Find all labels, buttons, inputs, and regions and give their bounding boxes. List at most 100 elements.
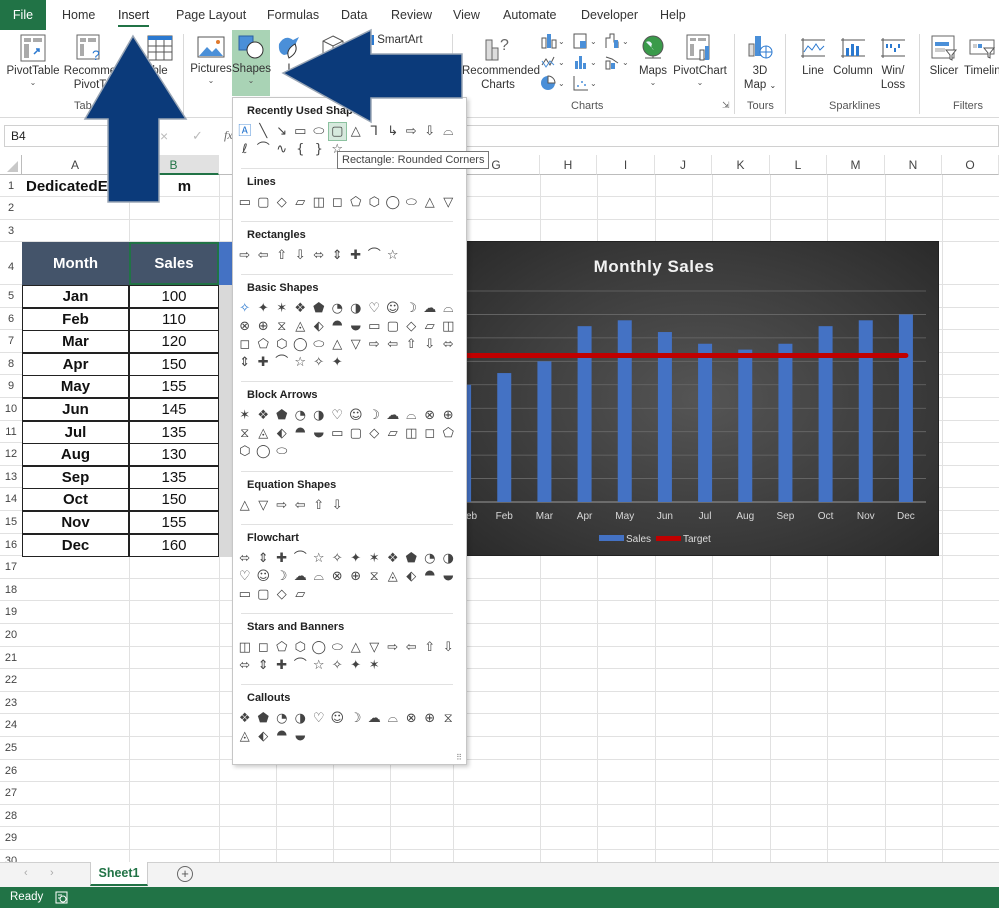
row-header-19[interactable]: 19 bbox=[0, 601, 22, 624]
tab-file[interactable]: File bbox=[0, 0, 46, 30]
row-header-5[interactable]: 5 bbox=[0, 285, 22, 308]
shape-star10-icon[interactable]: ▽ bbox=[366, 639, 384, 656]
shape-line3-nb-icon[interactable]: ◬ bbox=[236, 728, 254, 745]
shape-elbow-icon[interactable]: ▱ bbox=[292, 194, 310, 211]
shape-sequential-icon[interactable]: ▭ bbox=[236, 586, 254, 603]
tab-review[interactable]: Review bbox=[391, 0, 432, 30]
table-cell-month[interactable]: May bbox=[22, 375, 129, 399]
row-header-24[interactable]: 24 bbox=[0, 714, 22, 737]
row-header-23[interactable]: 23 bbox=[0, 692, 22, 715]
row-header-22[interactable]: 22 bbox=[0, 669, 22, 692]
smartart-button[interactable]: SmartArt bbox=[365, 33, 435, 47]
shape-textbox-icon[interactable]: ✧ bbox=[236, 300, 254, 317]
row-header-16[interactable]: 16 bbox=[0, 534, 22, 557]
shape-right-triangle-icon[interactable]: ❖ bbox=[292, 300, 310, 317]
table-cell-sales[interactable]: 145 bbox=[129, 398, 219, 421]
tab-developer[interactable]: Developer bbox=[581, 0, 638, 30]
shape-snip-single-icon[interactable]: ⇧ bbox=[273, 247, 291, 264]
shape-delay-icon[interactable]: ⯋ bbox=[440, 568, 458, 585]
shape-line2-acc-icon[interactable]: ⌓ bbox=[384, 710, 402, 727]
shape-right-callout-icon[interactable]: ▱ bbox=[384, 425, 402, 442]
shape-textbox-icon[interactable]: 🄰 bbox=[236, 123, 254, 140]
column-header-b[interactable]: B bbox=[129, 155, 219, 175]
shapes-button[interactable]: Shapes ⌄ bbox=[232, 30, 271, 96]
shape-notched-right-icon[interactable]: ▭ bbox=[329, 425, 347, 442]
shape-wave-icon[interactable]: ✦ bbox=[347, 657, 365, 674]
shape-pie-icon[interactable]: ⊕ bbox=[255, 318, 273, 335]
shape-arrow-line-icon[interactable]: ▢ bbox=[255, 194, 273, 211]
shape-curved-up-icon[interactable]: ⬖ bbox=[273, 425, 291, 442]
waterfall-chart-button[interactable]: ⌄ bbox=[602, 32, 630, 52]
shape-no-symbol-icon[interactable]: ⬡ bbox=[273, 336, 291, 353]
3d-models-button[interactable] bbox=[318, 34, 348, 62]
row-header-12[interactable]: 12 bbox=[0, 443, 22, 466]
column-header-j[interactable]: J bbox=[655, 155, 712, 175]
shape-oval-callout-icon[interactable]: ◔ bbox=[273, 710, 291, 727]
row-header-28[interactable]: 28 bbox=[0, 805, 22, 828]
shape-star16-icon[interactable]: ⇦ bbox=[403, 639, 421, 656]
3d-map-button[interactable]: 3D Map ⌄ bbox=[738, 34, 782, 93]
table-header-sales[interactable]: Sales bbox=[129, 242, 219, 285]
shape-arc-icon[interactable]: ⬄ bbox=[440, 336, 458, 353]
tab-automate[interactable]: Automate bbox=[503, 0, 557, 30]
row-header-4[interactable]: 4 bbox=[0, 242, 22, 285]
shape-connector-icon[interactable]: ♡ bbox=[236, 568, 254, 585]
column-header-o[interactable]: O bbox=[942, 155, 999, 175]
tab-home[interactable]: Home bbox=[62, 0, 95, 30]
row-header-25[interactable]: 25 bbox=[0, 737, 22, 760]
shape-pentagon-icon[interactable]: ♡ bbox=[366, 300, 384, 317]
shape-right-bracket-icon[interactable]: ☆ bbox=[292, 354, 310, 371]
table-cell-month[interactable]: Dec bbox=[22, 533, 129, 557]
shape-right-arrow-icon[interactable]: ⇨ bbox=[403, 123, 421, 140]
shape-cloud-callout-icon[interactable]: ◑ bbox=[292, 710, 310, 727]
shape-diamond-icon[interactable]: ◑ bbox=[347, 300, 365, 317]
shape-left-brace-icon[interactable]: { bbox=[292, 141, 310, 158]
shape-left-callout-icon[interactable]: ◻ bbox=[421, 425, 439, 442]
shape-line3-border-icon[interactable]: ⯋ bbox=[292, 728, 310, 745]
shape-cross-icon[interactable]: ▢ bbox=[384, 318, 402, 335]
row-header-21[interactable]: 21 bbox=[0, 647, 22, 670]
shape-double-bracket-icon[interactable]: ⇕ bbox=[236, 354, 254, 371]
shape-rect-callout-icon[interactable]: ❖ bbox=[236, 710, 254, 727]
column-header-l[interactable]: L bbox=[770, 155, 827, 175]
shape-star4-icon[interactable]: ⬠ bbox=[273, 639, 291, 656]
row-header-18[interactable]: 18 bbox=[0, 579, 22, 602]
shape-heptagon-icon[interactable]: ☽ bbox=[403, 300, 421, 317]
row-header-20[interactable]: 20 bbox=[0, 624, 22, 647]
shape-parallelogram-icon[interactable]: ⬟ bbox=[310, 300, 328, 317]
shape-double-arrow-line-icon[interactable]: ◇ bbox=[273, 194, 291, 211]
shape-can-icon[interactable]: ▱ bbox=[421, 318, 439, 335]
shape-ribbon-up-icon[interactable]: ⬄ bbox=[236, 657, 254, 674]
shape-octagon-icon[interactable]: ☁ bbox=[421, 300, 439, 317]
shape-not-equal-icon[interactable]: ⇩ bbox=[329, 497, 347, 514]
row-header-1[interactable]: 1 bbox=[0, 175, 22, 197]
shape-line2-border-icon[interactable]: ⯊ bbox=[273, 728, 291, 745]
charts-dialog-launcher-icon[interactable]: ⇲ bbox=[722, 100, 730, 111]
shape-alt-process-icon[interactable]: ⇕ bbox=[255, 550, 273, 567]
shape-extract-icon[interactable]: ◬ bbox=[384, 568, 402, 585]
shape-trapezoid-icon[interactable]: ◔ bbox=[329, 300, 347, 317]
table-cell-month[interactable]: Feb bbox=[22, 307, 129, 331]
shape-down-arrow-icon[interactable]: ⇩ bbox=[421, 123, 439, 140]
shape-plus-icon[interactable]: △ bbox=[236, 497, 254, 514]
shape-hexagon-icon[interactable]: ☺ bbox=[384, 300, 402, 317]
line-chart-button[interactable]: ⌄ bbox=[538, 53, 566, 73]
column-header-i[interactable]: I bbox=[597, 155, 655, 175]
shape-triangle-icon[interactable]: △ bbox=[347, 123, 365, 140]
shape-curved-arrow-icon[interactable]: ⬡ bbox=[366, 194, 384, 211]
pictures-button[interactable]: Pictures ⌄ bbox=[190, 34, 232, 86]
shape-double-wave-icon[interactable]: ✶ bbox=[366, 657, 384, 674]
pivotchart-button[interactable]: PivotChart ⌄ bbox=[672, 34, 728, 88]
row-header-6[interactable]: 6 bbox=[0, 308, 22, 331]
shape-scribble-icon[interactable]: ℓ bbox=[236, 141, 254, 158]
shape-horizontal-scroll-icon[interactable]: ✧ bbox=[329, 657, 347, 674]
shape-process-icon[interactable]: ⬄ bbox=[236, 550, 254, 567]
column-header-k[interactable]: K bbox=[712, 155, 770, 175]
shape-up-down-icon[interactable]: ♡ bbox=[329, 407, 347, 424]
shape-rectangle-icon[interactable]: ⇨ bbox=[236, 247, 254, 264]
row-header-10[interactable]: 10 bbox=[0, 398, 22, 421]
shape-or-icon[interactable]: ⊗ bbox=[329, 568, 347, 585]
scroll-right-icon[interactable]: › bbox=[50, 867, 54, 879]
shape-manual-operation-icon[interactable]: ◑ bbox=[440, 550, 458, 567]
recommended-pivottables-button[interactable]: ? Recomme PivotT bbox=[62, 34, 118, 92]
